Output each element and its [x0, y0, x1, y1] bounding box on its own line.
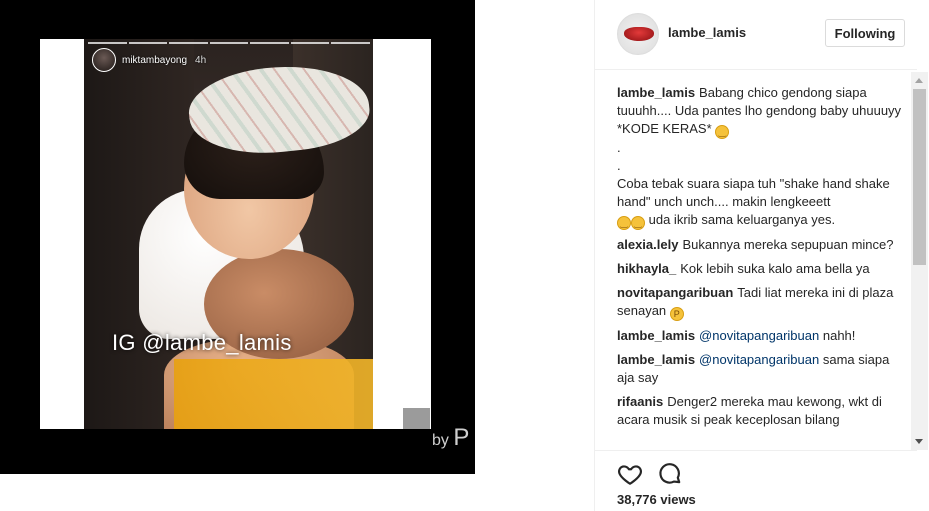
- comment-username[interactable]: lambe_lamis: [617, 328, 695, 343]
- story-avatar: [92, 48, 116, 72]
- story-video[interactable]: [84, 39, 373, 429]
- post-media[interactable]: miktambayong 4h IG @lambe_lamis by P: [0, 0, 475, 474]
- post-header: lambe_lamis Following: [595, 0, 917, 70]
- scrollbar-thumb[interactable]: [913, 89, 926, 265]
- comment-item: hikhayla_ Kok lebih suka kalo ama bella y…: [617, 261, 870, 276]
- watermark-text: IG @lambe_lamis: [112, 330, 292, 355]
- story-time: 4h: [195, 54, 207, 66]
- comment-icon[interactable]: [657, 461, 683, 487]
- comment-username[interactable]: lambe_lamis: [617, 85, 695, 100]
- comment-item: alexia.lely Bukannya mereka sepupuan minc…: [617, 237, 894, 252]
- mention-link[interactable]: @novitapangaribuan: [699, 328, 819, 343]
- story-progress-bar: [88, 42, 371, 44]
- comment-username[interactable]: lambe_lamis: [617, 352, 695, 367]
- avatar[interactable]: [617, 13, 659, 55]
- grin-emoji-icon: ‿: [715, 125, 730, 139]
- story-username: miktambayong: [122, 54, 188, 66]
- view-count: 38,776 views: [617, 492, 696, 507]
- comment-username[interactable]: alexia.lely: [617, 237, 678, 252]
- comment-item: rifaanis Denger2 mereka mau kewong, wkt d…: [617, 394, 882, 427]
- smile-emoji-icon: ‿: [631, 216, 645, 230]
- comments-list: lambe_lamis Babang chico gendong siapa tu…: [617, 84, 909, 444]
- following-button[interactable]: Following: [825, 19, 905, 47]
- comment-item: lambe_lamis Babang chico gendong siapa tu…: [617, 85, 902, 230]
- scroll-down-icon[interactable]: [915, 439, 923, 444]
- mention-link[interactable]: @novitapangaribuan: [699, 352, 819, 367]
- story-user: miktambayong 4h: [92, 48, 206, 72]
- smile-emoji-icon: ‿: [617, 216, 631, 230]
- comment-item: novitapangaribuan Tadi liat mereka ini di…: [617, 285, 894, 321]
- comments-scrollbar[interactable]: [911, 72, 928, 450]
- scroll-up-icon[interactable]: [915, 78, 923, 83]
- comment-item: lambe_lamis @novitapangaribuan sama siapa…: [617, 352, 890, 385]
- comment-username[interactable]: novitapangaribuan: [617, 285, 733, 300]
- heart-icon[interactable]: [617, 461, 643, 487]
- comment-item: lambe_lamis @novitapangaribuan nahh!: [617, 328, 856, 343]
- grey-square: [403, 408, 430, 429]
- tongue-emoji-icon: P: [669, 307, 684, 321]
- post-panel: lambe_lamis Following lambe_lamis Babang …: [594, 0, 929, 511]
- comment-username[interactable]: rifaanis: [617, 394, 663, 409]
- byline: by P: [432, 424, 470, 451]
- post-username[interactable]: lambe_lamis: [668, 25, 746, 40]
- post-actions: 38,776 views: [595, 450, 917, 511]
- comment-username[interactable]: hikhayla_: [617, 261, 676, 276]
